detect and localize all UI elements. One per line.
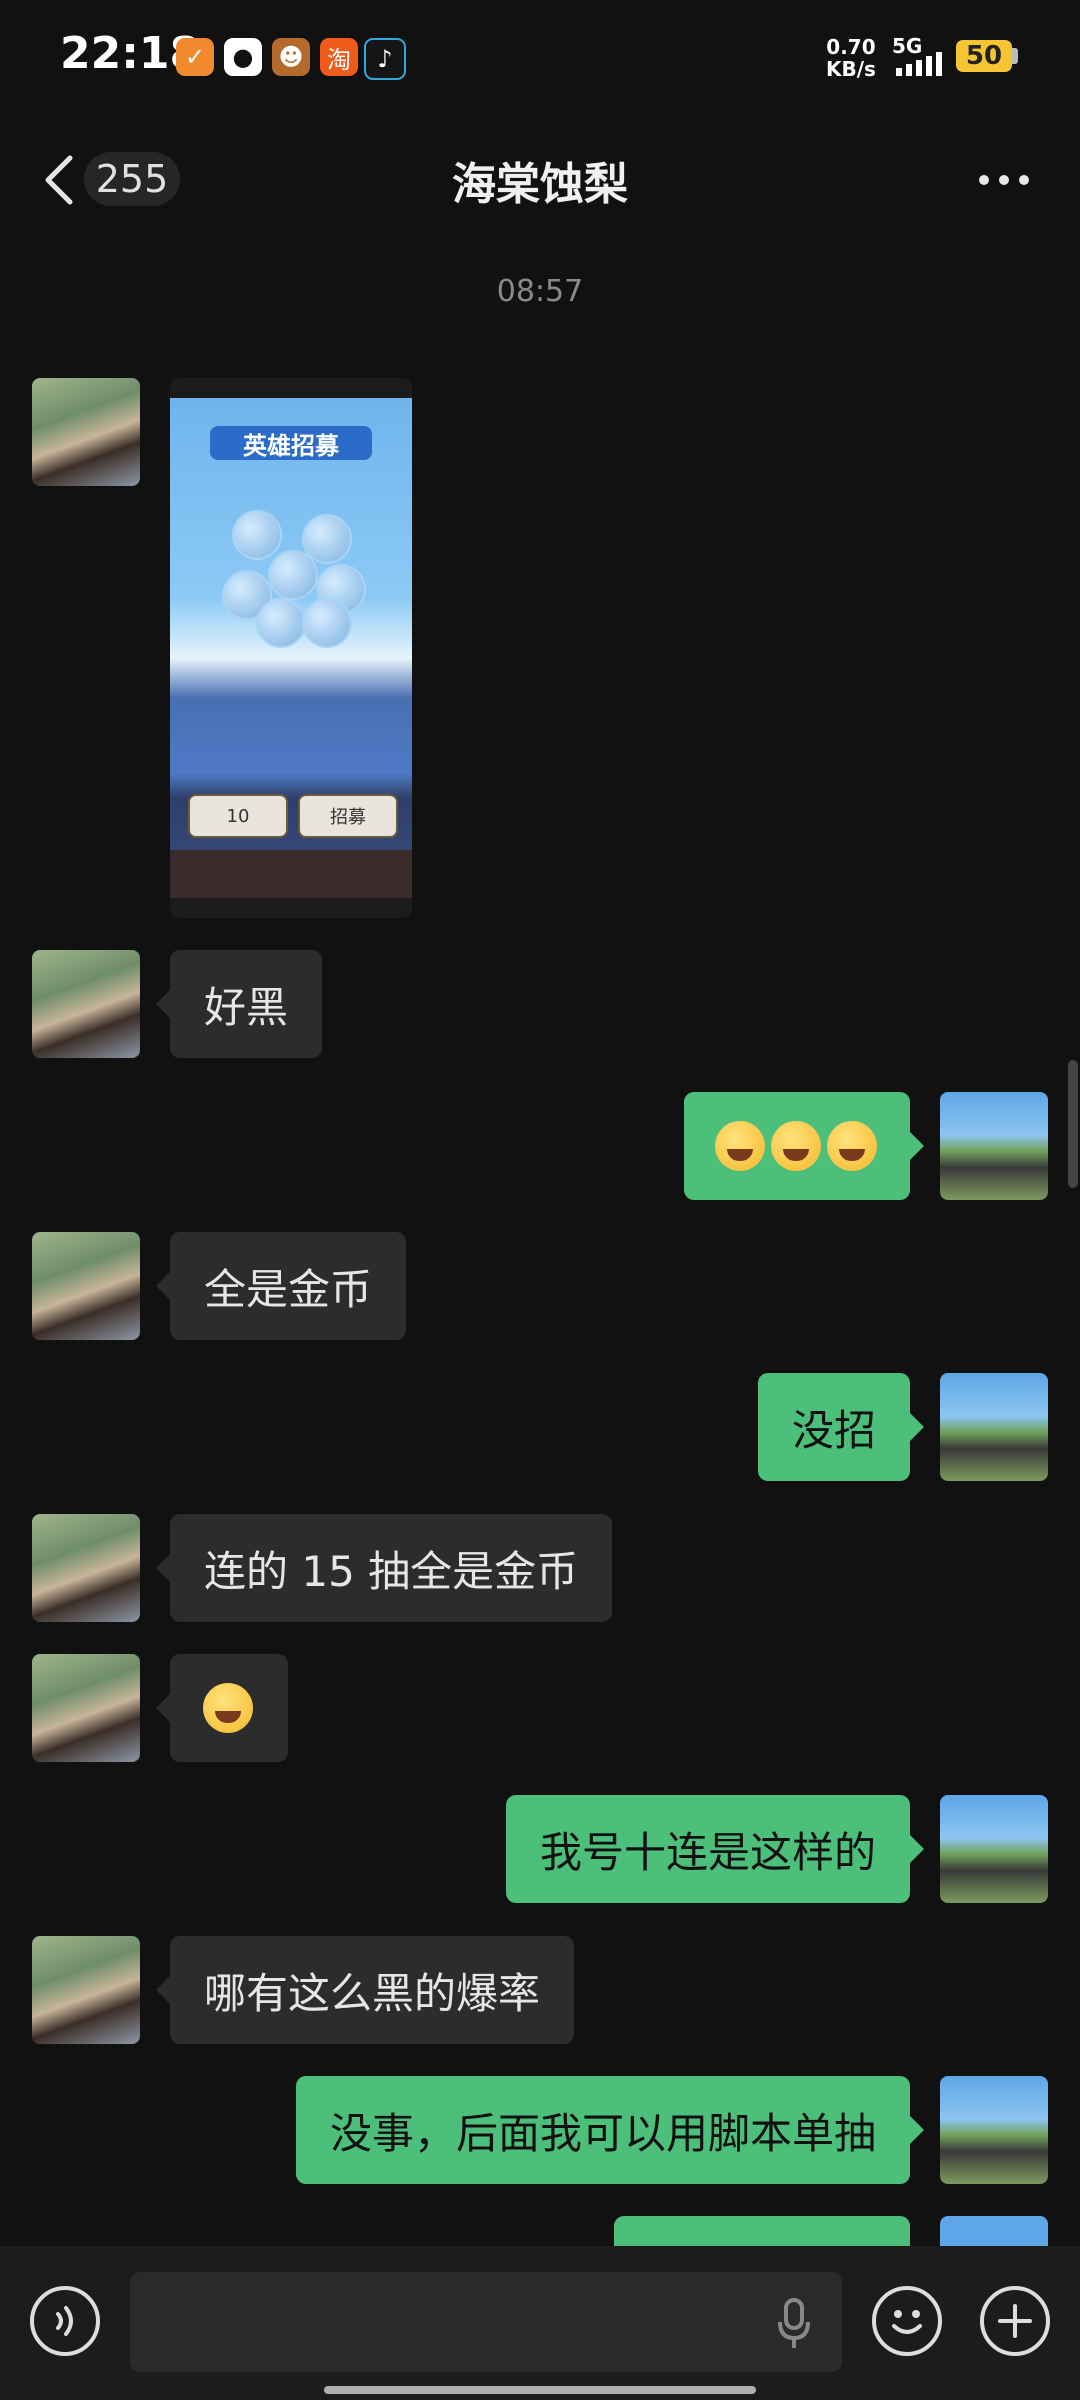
my-avatar[interactable] bbox=[940, 2076, 1048, 2184]
game-title: 英雄招募 bbox=[210, 426, 372, 460]
message-timestamp: 08:57 bbox=[496, 274, 584, 309]
incoming-message[interactable]: 好黑 bbox=[155, 950, 323, 1058]
app-notification-icon: ✓ bbox=[176, 38, 214, 76]
outgoing-message[interactable]: 没招 bbox=[757, 1373, 925, 1481]
emoji-button[interactable] bbox=[872, 2286, 942, 2356]
hero-orb bbox=[302, 598, 352, 648]
tiktok-icon: ♪ bbox=[364, 38, 406, 80]
outgoing-message[interactable]: 没事，后面我可以用脚本单抽 bbox=[295, 2076, 925, 2184]
incoming-message[interactable]: 连的 15 抽全是金币 bbox=[155, 1514, 613, 1622]
voice-toggle-button[interactable] bbox=[30, 2286, 100, 2356]
scrollbar[interactable] bbox=[1068, 1060, 1078, 1188]
incoming-emoji-message[interactable] bbox=[156, 1654, 288, 1762]
plus-icon bbox=[998, 2304, 1032, 2338]
outgoing-message[interactable]: 我号十连是这样的 bbox=[505, 1795, 925, 1903]
contact-avatar[interactable] bbox=[32, 950, 140, 1058]
contact-avatar[interactable] bbox=[32, 378, 140, 486]
image-message[interactable]: 英雄招募 10 招募 bbox=[170, 378, 412, 918]
more-actions-button[interactable] bbox=[980, 2286, 1050, 2356]
laughing-tears-emoji bbox=[771, 1121, 821, 1171]
message-input[interactable] bbox=[130, 2272, 842, 2372]
game-screenshot: 英雄招募 10 招募 bbox=[170, 398, 412, 898]
qq-icon: ● bbox=[224, 38, 262, 76]
net-speed-unit: KB/s bbox=[826, 57, 876, 81]
home-indicator[interactable] bbox=[324, 2386, 756, 2394]
my-avatar[interactable] bbox=[940, 1092, 1048, 1200]
contact-avatar[interactable] bbox=[32, 1514, 140, 1622]
microphone-icon[interactable] bbox=[774, 2296, 814, 2350]
battery-icon: 50 bbox=[956, 40, 1012, 72]
contact-avatar[interactable] bbox=[32, 1232, 140, 1340]
hero-orb bbox=[256, 598, 306, 648]
taobao-icon: 淘 bbox=[320, 38, 358, 76]
incoming-message[interactable]: 哪有这么黑的爆率 bbox=[155, 1936, 575, 2044]
incoming-message[interactable]: 全是金币 bbox=[155, 1232, 407, 1340]
battery-cap bbox=[1012, 48, 1018, 64]
net-speed: 0.70 KB/s bbox=[826, 36, 876, 80]
chat-title: 海棠蚀梨 bbox=[452, 159, 628, 210]
laughing-tears-emoji bbox=[827, 1121, 877, 1171]
contact-avatar[interactable] bbox=[32, 1936, 140, 2044]
outgoing-emoji-message[interactable] bbox=[684, 1092, 924, 1200]
game-button-ten: 10 bbox=[188, 794, 288, 838]
laughing-tears-emoji bbox=[715, 1121, 765, 1171]
voice-icon bbox=[56, 2306, 73, 2336]
my-avatar[interactable] bbox=[940, 1795, 1048, 1903]
more-options-icon[interactable] bbox=[976, 170, 1032, 190]
broken-face-emoji bbox=[203, 1683, 253, 1733]
game-bottom-bar bbox=[170, 850, 412, 898]
hero-orb bbox=[232, 510, 282, 560]
game-button-recruit: 招募 bbox=[298, 794, 398, 838]
contact-avatar[interactable] bbox=[32, 1654, 140, 1762]
signal-icon bbox=[896, 52, 942, 76]
smiley-icon bbox=[892, 2310, 922, 2334]
hero-orb bbox=[268, 550, 318, 600]
my-avatar[interactable] bbox=[940, 1373, 1048, 1481]
game-icon: ☻ bbox=[272, 38, 310, 76]
net-speed-value: 0.70 bbox=[826, 35, 876, 59]
